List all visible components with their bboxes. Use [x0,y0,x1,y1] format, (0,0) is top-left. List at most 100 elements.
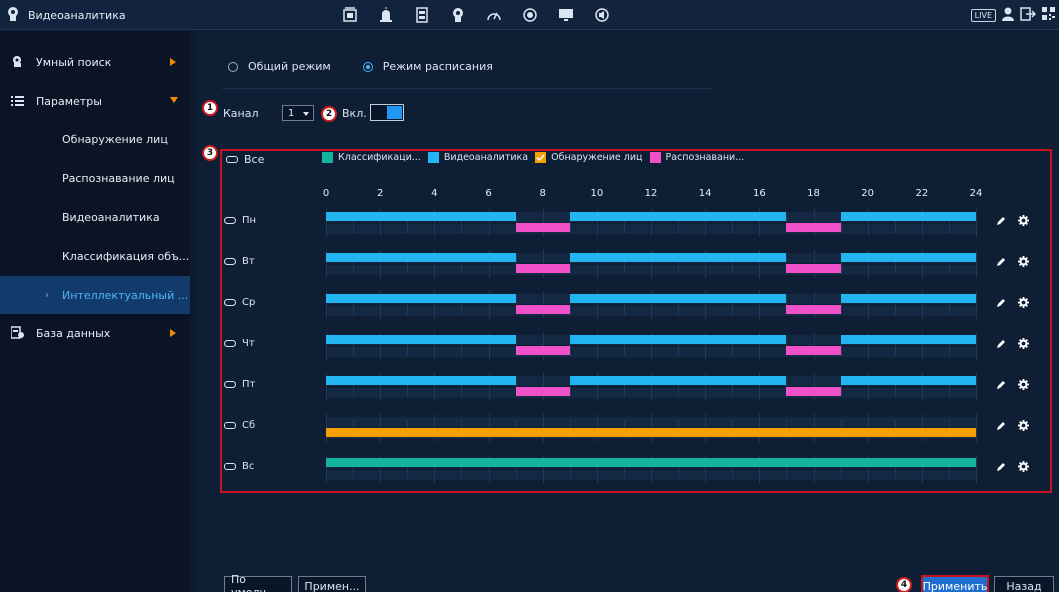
monitor-icon[interactable] [548,0,584,30]
hour-tick-label: 12 [644,188,658,199]
pencil-icon[interactable] [996,257,1006,270]
face-head-icon[interactable] [440,0,476,30]
pencil-icon[interactable] [996,339,1006,352]
pencil-icon[interactable] [996,421,1006,434]
day-row-label[interactable]: Вс [224,461,254,472]
gear-icon[interactable] [1018,215,1029,229]
day-row-label[interactable]: Пт [224,379,255,390]
default-button[interactable]: По умолч... [224,573,292,592]
schedule-segment[interactable] [326,428,976,437]
pencil-icon[interactable] [996,462,1006,475]
schedule-segment[interactable] [840,212,976,221]
day-row-label[interactable]: Ср [224,297,255,308]
schedule-segment[interactable] [326,212,516,221]
schedule-segment[interactable] [569,335,787,344]
schedule-segment[interactable] [786,223,841,232]
schedule-segment[interactable] [569,376,787,385]
row-tools [996,297,1029,311]
schedule-segment[interactable] [840,376,976,385]
hour-tick-label: 10 [590,188,604,199]
day-timeline[interactable] [326,332,977,360]
sidebar-item-smart-search[interactable]: Умный поиск [0,43,190,81]
gear-icon[interactable] [1018,461,1029,475]
row-tools [996,256,1029,270]
sidebar-item-intelligent[interactable]: › Интеллектуальный ... [0,276,190,314]
back-button[interactable]: Назад [994,576,1054,592]
gear-icon[interactable] [1018,379,1029,393]
day-row-label[interactable]: Чт [224,338,255,349]
callout-badge-1: 1 [202,100,218,116]
schedule-segment[interactable] [515,305,570,314]
schedule-segment[interactable] [326,253,516,262]
legend-item-face-recognition[interactable]: Распознавани... [649,152,744,163]
day-row-label[interactable]: Пн [224,215,256,226]
gear-icon[interactable] [1018,420,1029,434]
day-timeline[interactable] [326,414,977,442]
day-timeline[interactable] [326,250,977,278]
day-timeline[interactable] [326,373,977,401]
callout-badge-4: 4 [896,577,912,592]
record-icon[interactable] [512,0,548,30]
schedule-segment[interactable] [840,253,976,262]
sidebar-item-face-detection[interactable]: Обнаружение лиц [0,120,190,158]
radio-schedule-mode[interactable] [362,61,373,72]
sidebar-item-database[interactable]: База данных [0,314,190,352]
legend-item-video-analytics[interactable]: Видеоаналитика [427,152,528,163]
apply-short-button[interactable]: Примен... [298,576,366,592]
live-button[interactable]: LIVE [970,8,996,22]
pencil-icon[interactable] [996,298,1006,311]
storage-icon[interactable] [404,0,440,30]
schedule-segment[interactable] [326,376,516,385]
schedule-segment[interactable] [515,387,570,396]
legend-item-classification[interactable]: Классификаци... [322,152,421,163]
schedule-segment[interactable] [840,294,976,303]
schedule-segment[interactable] [786,346,841,355]
day-timeline[interactable] [326,291,977,319]
qr-code-icon[interactable] [1042,7,1055,23]
sidebar-item-video-analytics[interactable]: Видеоаналитика [0,198,190,236]
schedule-segment[interactable] [786,387,841,396]
gear-icon[interactable] [1018,297,1029,311]
schedule-segment[interactable] [515,264,570,273]
radio-general-mode[interactable] [228,61,238,72]
logout-icon[interactable] [1020,6,1037,24]
schedule-segment[interactable] [786,264,841,273]
alarm-light-icon[interactable] [368,0,404,30]
database-icon [10,326,24,339]
channel-select[interactable]: 1 [282,105,314,121]
gear-icon[interactable] [1018,256,1029,270]
pencil-icon[interactable] [996,216,1006,229]
schedule-segment[interactable] [326,458,976,467]
day-timeline[interactable] [326,209,977,237]
speedometer-icon[interactable] [476,0,512,30]
mode-selector: Общий режим Режим расписания [228,60,525,73]
schedule-segment[interactable] [786,305,841,314]
schedule-segment[interactable] [326,335,516,344]
enable-toggle[interactable] [370,104,404,121]
schedule-segment[interactable] [569,212,787,221]
day-row-label[interactable]: Вт [224,256,255,267]
sidebar-item-face-recognition[interactable]: Распознавание лиц [0,159,190,197]
user-icon[interactable] [1002,7,1014,24]
smart-search-icon [11,55,24,68]
select-all-row[interactable]: Все [226,153,264,166]
chevron-right-icon [170,58,176,66]
day-row-label[interactable]: Сб [224,420,255,431]
schedule-segment[interactable] [840,335,976,344]
sidebar-item-object-classification[interactable]: Классификация объ... [0,237,190,275]
sidebar-item-parameters[interactable]: Параметры [0,82,190,120]
legend-item-face-detection[interactable]: Обнаружение лиц [535,152,643,163]
schedule-segment[interactable] [326,294,516,303]
intelligent-video-icon[interactable] [332,0,368,30]
speaker-icon[interactable] [584,0,620,30]
schedule-segment[interactable] [515,346,570,355]
day-timeline[interactable] [326,455,977,483]
schedule-segment[interactable] [569,253,787,262]
sidebar-item-label: Распознавание лиц [62,171,175,185]
schedule-segment[interactable] [515,223,570,232]
hour-gridline [976,373,977,401]
gear-icon[interactable] [1018,338,1029,352]
pencil-icon[interactable] [996,380,1006,393]
schedule-segment[interactable] [569,294,787,303]
apply-button[interactable]: Применить [921,575,989,592]
